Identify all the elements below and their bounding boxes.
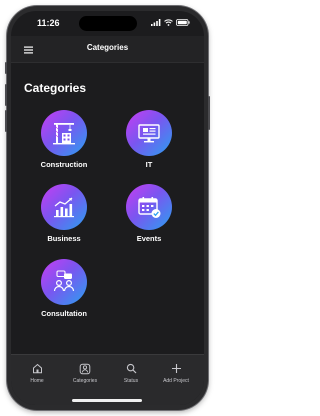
tab-add-project[interactable]: Add Project [154,363,198,384]
status-bar: 11:26 [11,11,204,33]
category-it[interactable]: IT [113,110,185,169]
home-indicator [72,399,142,402]
tab-label: Home [30,378,44,384]
tab-label: Categories [72,378,98,384]
signal-icon [151,19,161,26]
tab-status[interactable]: Status [109,363,153,384]
category-consultation[interactable]: Consultation [28,259,100,318]
category-icon-circle [41,259,87,305]
tab-label: Status [123,378,139,384]
category-label: Construction [40,160,88,169]
tab-home[interactable]: Home [15,363,59,384]
categories-icon [79,363,91,375]
tab-categories[interactable]: Categories [63,363,107,384]
growth-chart-icon [54,197,74,218]
dynamic-island [79,16,137,31]
category-icon-circle [41,184,87,230]
calendar-check-icon [138,197,161,218]
tab-label: Add Project [163,378,189,384]
phone-side-button [5,110,7,132]
status-icons [151,19,190,26]
computer-monitor-icon [138,124,160,143]
construction-crane-icon [53,122,75,145]
category-icon-circle [126,110,172,156]
home-icon [32,363,42,374]
category-business[interactable]: Business [28,184,100,243]
wifi-icon [164,19,173,26]
people-chat-icon [53,270,75,292]
phone-side-button [5,62,7,74]
app-bar-title: Categories [86,43,129,52]
page-heading: Categories [24,81,87,95]
category-events[interactable]: Events [113,184,185,243]
category-label: Business [47,234,81,243]
bottom-tab-bar: Home Categories Status Add Project [11,354,204,405]
category-construction[interactable]: Construction [28,110,100,169]
category-label: Events [136,234,162,243]
search-icon [126,363,136,374]
phone-side-button [208,96,210,130]
category-label: IT [145,160,153,169]
plus-icon [171,364,181,373]
category-label: Consultation [41,309,87,318]
status-time: 11:26 [37,18,60,28]
app-bar: Categories [11,36,204,63]
app-screen: 11:26 Categories Categories Construction… [11,11,204,405]
phone-side-button [5,84,7,106]
category-icon-circle [41,110,87,156]
category-icon-circle [126,184,172,230]
battery-icon [176,19,190,26]
